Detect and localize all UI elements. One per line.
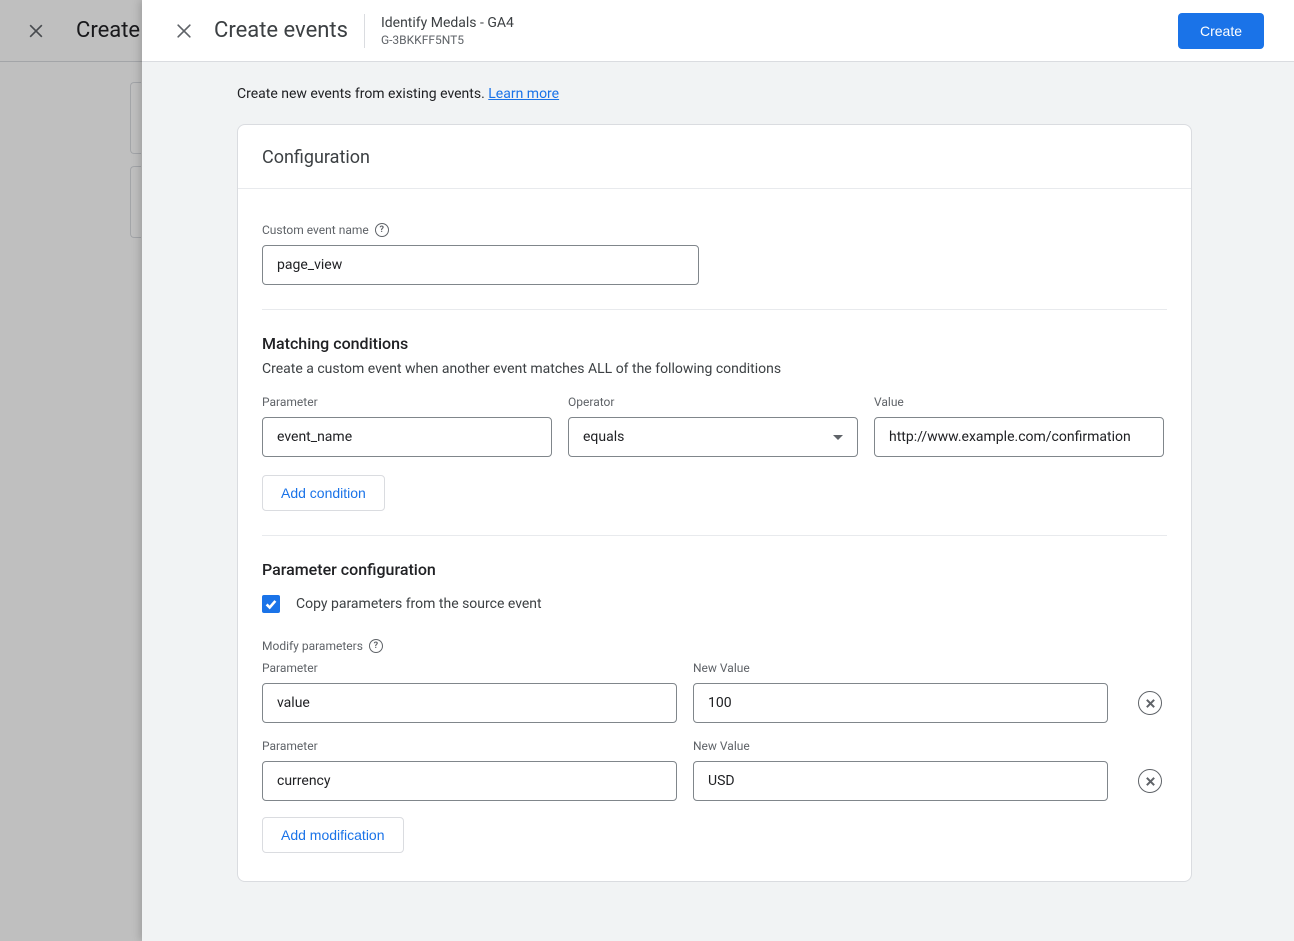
intro-text: Create new events from existing events. … bbox=[237, 86, 1294, 102]
close-icon bbox=[174, 21, 194, 41]
value-label: Value bbox=[874, 395, 1164, 409]
matching-subheading: Create a custom event when another event… bbox=[262, 361, 1167, 377]
custom-event-name-label: Custom event name ? bbox=[262, 223, 1167, 237]
chevron-down-icon bbox=[833, 435, 843, 440]
close-icon bbox=[1145, 698, 1156, 709]
close-button[interactable] bbox=[166, 13, 202, 49]
modification-row: Parameter New Value bbox=[262, 739, 1167, 801]
modification-value-input[interactable] bbox=[693, 683, 1108, 723]
copy-parameters-row: Copy parameters from the source event bbox=[262, 595, 1167, 613]
modification-row: Parameter New Value bbox=[262, 661, 1167, 723]
configuration-card: Configuration Custom event name ? Matchi… bbox=[237, 124, 1192, 882]
remove-modification-button[interactable] bbox=[1138, 769, 1162, 793]
parameter-label: Parameter bbox=[262, 739, 677, 753]
divider bbox=[262, 535, 1167, 536]
panel-header: Create events Identify Medals - GA4 G-3B… bbox=[142, 0, 1294, 62]
add-modification-button[interactable]: Add modification bbox=[262, 817, 404, 853]
new-value-label: New Value bbox=[693, 739, 1108, 753]
help-icon[interactable]: ? bbox=[369, 639, 383, 653]
close-icon bbox=[1145, 776, 1156, 787]
page-title: Create events bbox=[214, 18, 348, 43]
modification-parameter-input[interactable] bbox=[262, 683, 677, 723]
new-value-label: New Value bbox=[693, 661, 1108, 675]
matching-heading: Matching conditions bbox=[262, 334, 1167, 353]
custom-event-name-input[interactable] bbox=[262, 245, 699, 285]
modification-parameter-input[interactable] bbox=[262, 761, 677, 801]
add-condition-button[interactable]: Add condition bbox=[262, 475, 385, 511]
divider bbox=[262, 309, 1167, 310]
operator-label: Operator bbox=[568, 395, 858, 409]
property-name: Identify Medals - GA4 bbox=[381, 15, 514, 31]
modify-parameters-label: Modify parameters ? bbox=[262, 639, 1167, 653]
property-id: G-3BKKFF5NT5 bbox=[381, 33, 514, 47]
check-icon bbox=[264, 597, 278, 611]
divider bbox=[364, 14, 365, 48]
remove-modification-button[interactable] bbox=[1138, 691, 1162, 715]
help-icon[interactable]: ? bbox=[375, 223, 389, 237]
condition-parameter-input[interactable] bbox=[262, 417, 552, 457]
create-button[interactable]: Create bbox=[1178, 13, 1264, 49]
parameter-config-heading: Parameter configuration bbox=[262, 560, 1167, 579]
condition-row: Parameter Operator equals Value bbox=[262, 395, 1167, 457]
property-info: Identify Medals - GA4 G-3BKKFF5NT5 bbox=[381, 15, 514, 47]
parameter-label: Parameter bbox=[262, 661, 677, 675]
copy-parameters-label: Copy parameters from the source event bbox=[296, 596, 542, 612]
card-title: Configuration bbox=[238, 125, 1191, 189]
background-overlay bbox=[0, 0, 142, 941]
panel-body: Create new events from existing events. … bbox=[142, 62, 1294, 941]
learn-more-link[interactable]: Learn more bbox=[488, 86, 559, 102]
copy-parameters-checkbox[interactable] bbox=[262, 595, 280, 613]
modification-value-input[interactable] bbox=[693, 761, 1108, 801]
parameter-label: Parameter bbox=[262, 395, 552, 409]
condition-operator-select[interactable]: equals bbox=[568, 417, 858, 457]
intro-message: Create new events from existing events. bbox=[237, 86, 488, 102]
condition-value-input[interactable] bbox=[874, 417, 1164, 457]
create-events-panel: Create events Identify Medals - GA4 G-3B… bbox=[142, 0, 1294, 941]
